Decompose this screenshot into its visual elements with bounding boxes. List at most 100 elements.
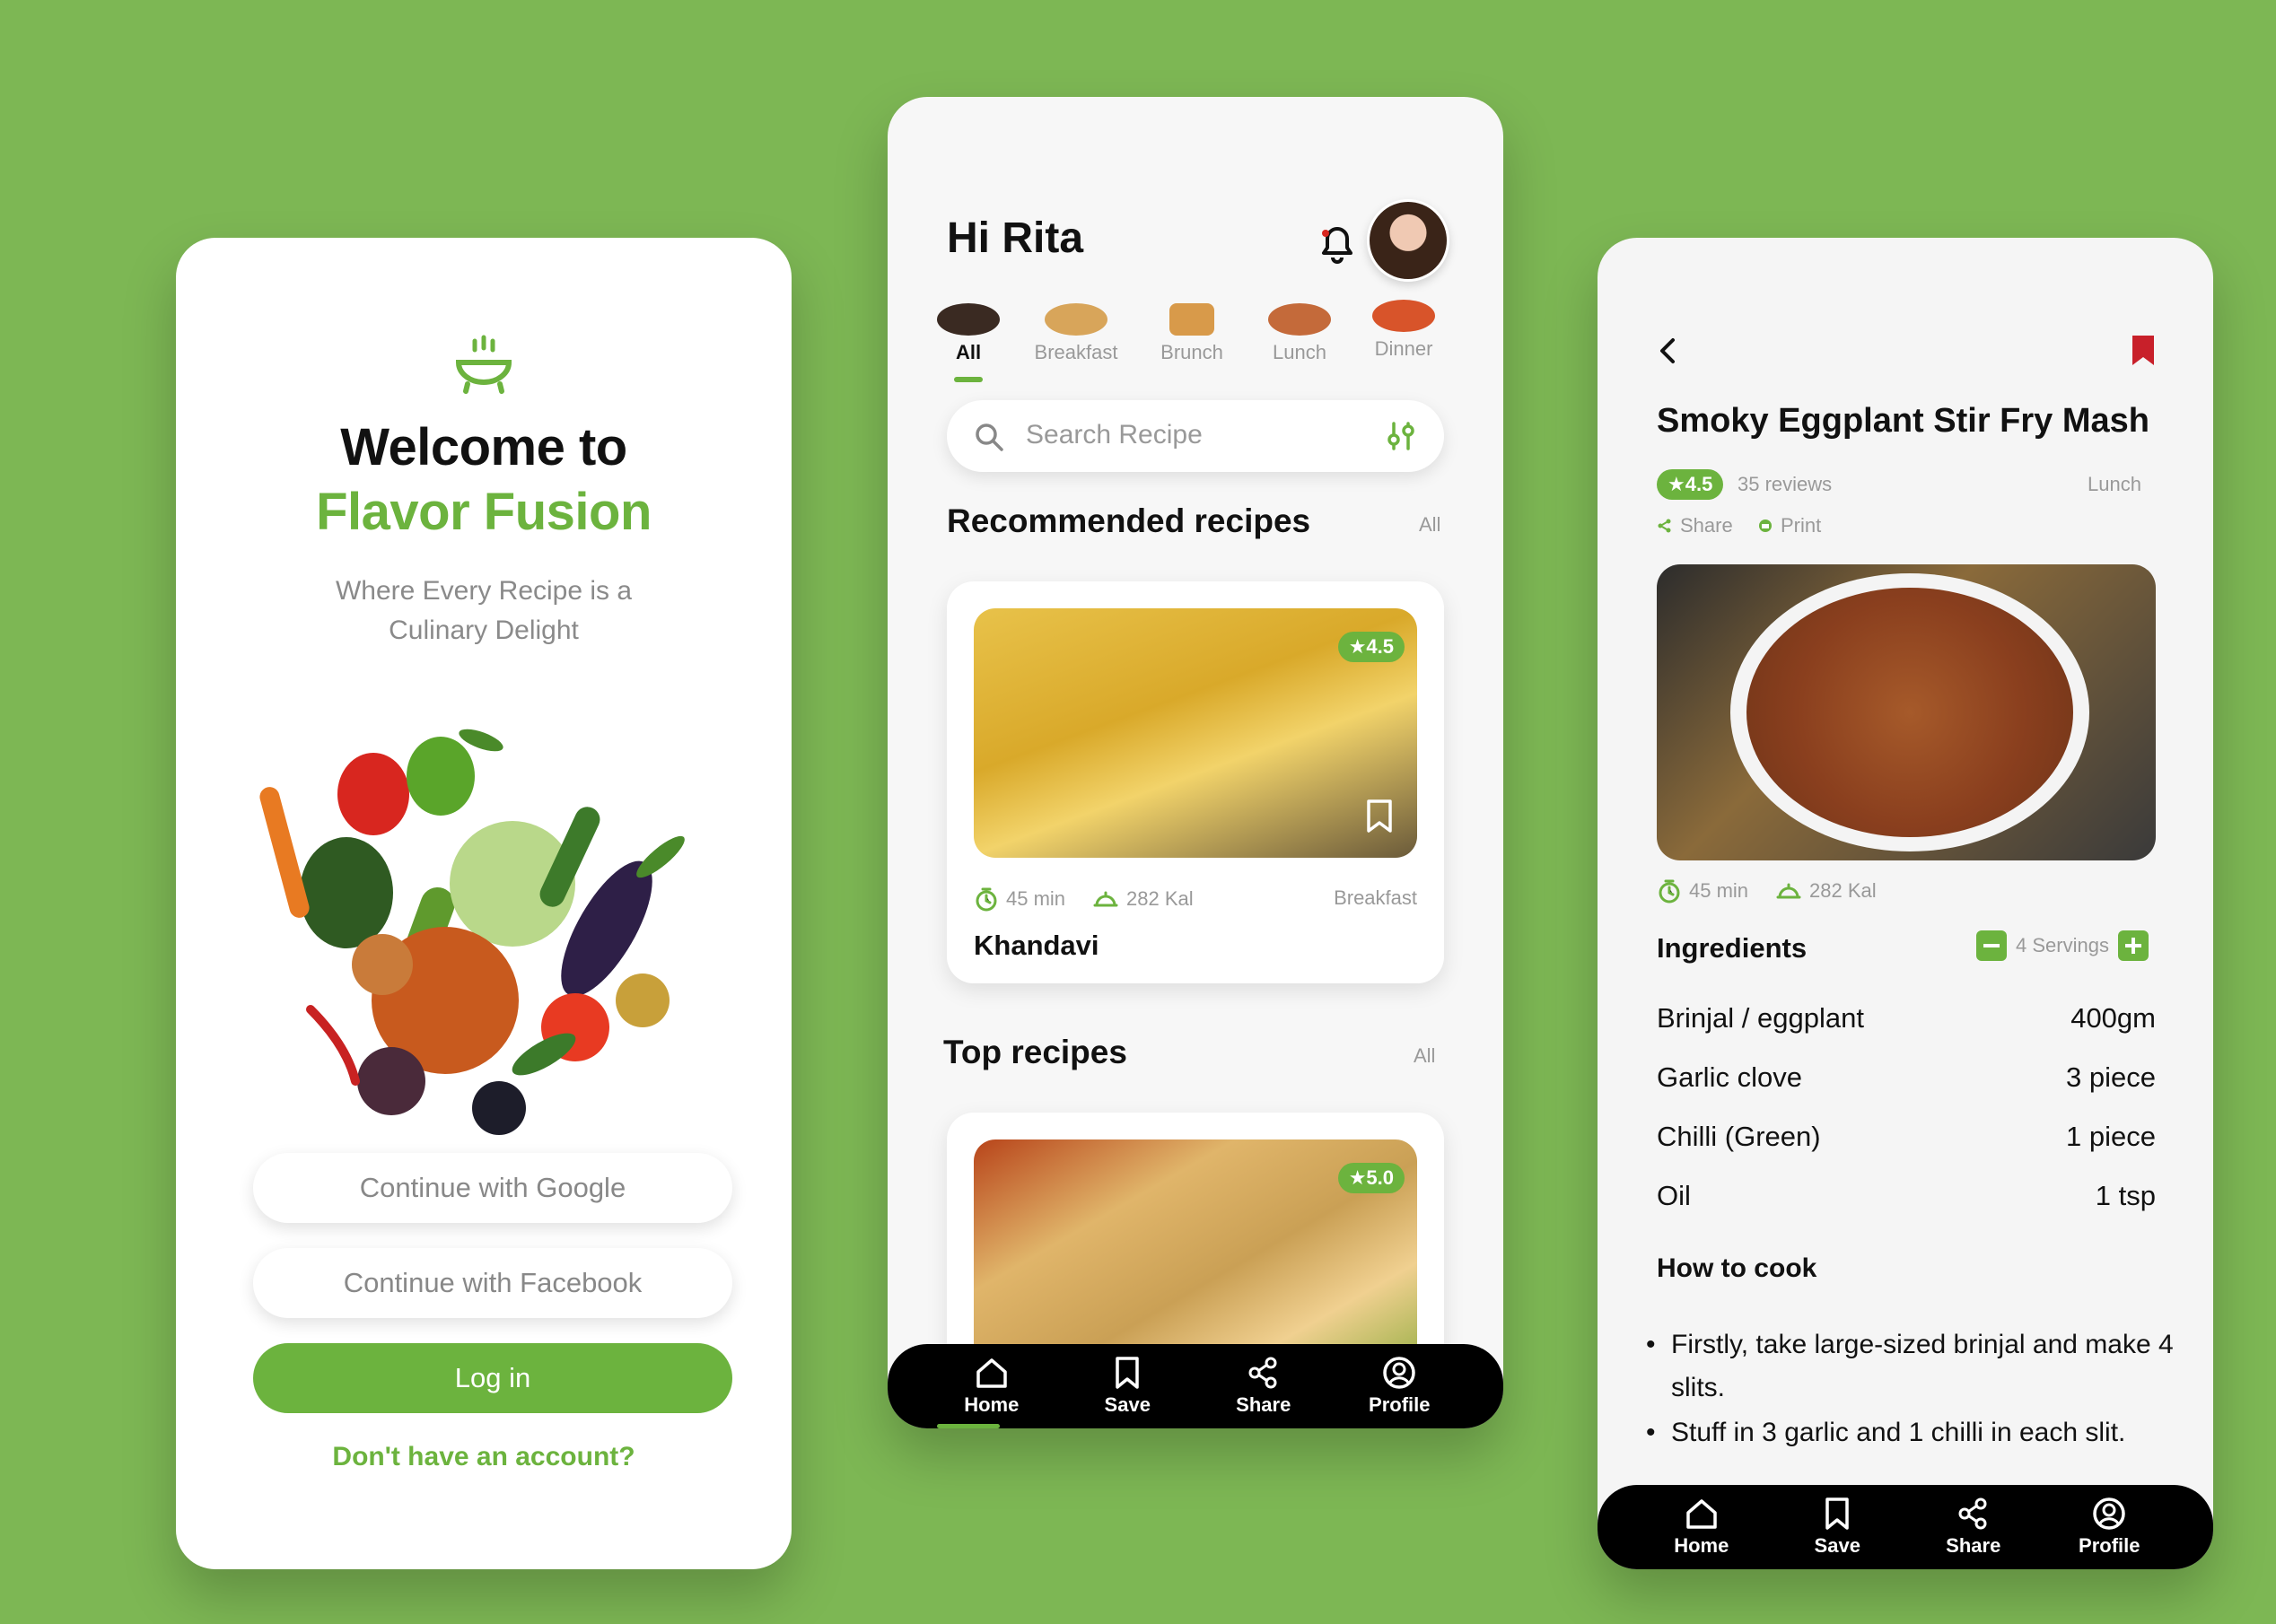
nav-label: Home — [1674, 1534, 1729, 1557]
calories: 282 Kal — [1809, 879, 1877, 902]
brunch-food-icon — [1169, 303, 1214, 336]
recipe-category: Lunch — [2088, 473, 2141, 495]
continue-with-google-button[interactable]: Continue with Google — [253, 1153, 732, 1223]
category-brunch[interactable]: Brunch — [1142, 303, 1241, 364]
active-tab-indicator — [937, 1424, 1000, 1428]
app-name: Flavor Fusion — [316, 483, 652, 541]
servings-count: 4 Servings — [2016, 934, 2109, 956]
bookmark-filled-icon[interactable] — [2129, 333, 2158, 369]
nav-home[interactable]: Home — [1652, 1497, 1751, 1558]
tagline-line2: Culinary Delight — [389, 616, 579, 645]
signup-link[interactable]: Don't have an account? — [176, 1442, 792, 1472]
print-action[interactable]: Print — [1757, 514, 1821, 537]
back-arrow-icon[interactable] — [1655, 335, 1682, 367]
all-food-icon — [937, 303, 1000, 336]
cook-time: 45 min — [1006, 887, 1066, 910]
welcome-title: Welcome to — [340, 418, 627, 476]
rating-badge: ★4.5 — [1657, 469, 1724, 500]
cooking-pot-logo-icon — [455, 335, 512, 394]
nav-label: Share — [1946, 1534, 2001, 1557]
how-to-cook-title: How to cook — [1657, 1253, 1817, 1283]
filter-icon[interactable] — [1385, 420, 1417, 452]
nav-save[interactable]: Save — [1788, 1497, 1886, 1558]
review-count[interactable]: 35 reviews — [1738, 473, 1832, 496]
recommended-all-link[interactable]: All — [1419, 513, 1440, 537]
recipe-category: Breakfast — [1334, 886, 1417, 909]
home-icon — [976, 1358, 1007, 1388]
eggplant-mash-photo — [1657, 564, 2156, 860]
nav-share[interactable]: Share — [1924, 1497, 2023, 1558]
calories-icon — [1093, 891, 1118, 907]
top-recipes-title: Top recipes — [943, 1034, 1127, 1070]
category-label: Brunch — [1160, 341, 1223, 363]
print-icon — [1759, 520, 1772, 532]
timer-icon — [1659, 879, 1680, 904]
login-button[interactable]: Log in — [253, 1343, 732, 1413]
home-screen: Hi Rita All Breakfast Brunch Lunch Dinne… — [888, 97, 1503, 1428]
notification-bell-icon[interactable] — [1317, 221, 1358, 266]
share-label: Share — [1680, 514, 1733, 537]
ingredient-row: Oil 1 tsp — [1657, 1180, 2156, 1212]
ingredient-qty: 1 piece — [2066, 1121, 2156, 1152]
share-icon — [1248, 1357, 1277, 1389]
recommended-title: Recommended recipes — [947, 502, 1311, 539]
recipe-card-khandavi[interactable]: ★4.5 45 min 282 Kal Breakfast Khandavi — [947, 581, 1444, 983]
nav-label: Save — [1814, 1534, 1860, 1557]
bookmark-icon — [1825, 1497, 1849, 1530]
ingredient-qty: 1 tsp — [2095, 1180, 2156, 1211]
plus-icon[interactable] — [2117, 930, 2149, 961]
search-bar[interactable]: Search Recipe — [947, 400, 1444, 472]
nav-label: Profile — [2079, 1534, 2140, 1557]
recipe-meta: 45 min 282 Kal — [974, 886, 1194, 912]
step-text: Stuff in 3 garlic and 1 chilli in each s… — [1671, 1418, 2126, 1447]
nav-profile[interactable]: Profile — [2060, 1497, 2158, 1558]
timer-icon — [976, 887, 997, 912]
rating-badge: ★4.5 — [1337, 632, 1405, 662]
category-label: Lunch — [1273, 341, 1326, 363]
recipe-detail-screen: Smoky Eggplant Stir Fry Mash ★4.5 35 rev… — [1598, 238, 2213, 1569]
continue-with-facebook-button[interactable]: Continue with Facebook — [253, 1248, 732, 1318]
khandavi-photo: ★4.5 — [974, 608, 1417, 858]
category-lunch[interactable]: Lunch — [1250, 303, 1349, 364]
vegetables-illustration — [259, 729, 685, 1135]
category-label: Breakfast — [1034, 341, 1118, 363]
cook-step: • Stuff in 3 garlic and 1 chilli in each… — [1646, 1418, 2126, 1447]
user-avatar[interactable] — [1367, 199, 1449, 282]
share-icon — [1658, 519, 1671, 533]
share-icon — [1958, 1497, 1987, 1530]
category-label: All — [955, 341, 982, 363]
profile-icon — [1383, 1357, 1415, 1389]
recipe-title: Smoky Eggplant Stir Fry Mash — [1657, 402, 2149, 440]
share-action[interactable]: Share — [1657, 514, 1733, 537]
top-recipes-all-link[interactable]: All — [1414, 1044, 1435, 1068]
print-label: Print — [1781, 514, 1822, 537]
bookmark-icon[interactable] — [1365, 799, 1394, 834]
search-input[interactable]: Search Recipe — [1026, 420, 1203, 450]
lunch-food-icon — [1268, 303, 1331, 336]
tagline-line1: Where Every Recipe is a — [335, 576, 633, 606]
bottom-nav: Home Save Share Profile — [888, 1344, 1503, 1428]
ingredient-row: Chilli (Green) 1 piece — [1657, 1121, 2156, 1153]
category-dinner[interactable]: Dinner — [1354, 300, 1453, 361]
category-breakfast[interactable]: Breakfast — [1027, 303, 1125, 364]
ingredient-row: Garlic clove 3 piece — [1657, 1061, 2156, 1094]
bookmark-icon — [1116, 1357, 1139, 1389]
category-all[interactable]: All — [919, 303, 1018, 364]
recipe-meta: 45 min 282 Kal — [1657, 878, 1877, 904]
minus-icon[interactable] — [1976, 930, 2007, 961]
nav-save[interactable]: Save — [1078, 1356, 1177, 1417]
nav-profile[interactable]: Profile — [1350, 1356, 1449, 1417]
nav-share[interactable]: Share — [1214, 1356, 1313, 1417]
nav-home[interactable]: Home — [942, 1356, 1041, 1417]
nav-label: Profile — [1369, 1393, 1431, 1416]
rating-badge: ★5.0 — [1337, 1163, 1405, 1193]
cook-time: 45 min — [1689, 879, 1749, 902]
calories-icon — [1776, 883, 1801, 899]
cook-step: • Firstly, take large-sized brinjal and … — [1646, 1330, 2174, 1402]
greeting: Hi Rita — [947, 214, 1084, 262]
search-icon — [976, 423, 1003, 451]
active-category-indicator — [954, 377, 983, 382]
ingredient-name: Chilli (Green) — [1657, 1121, 1821, 1152]
step-text: Firstly, take large-sized brinjal and ma… — [1671, 1330, 2174, 1402]
bottom-nav: Home Save Share Profile — [1598, 1485, 2213, 1569]
